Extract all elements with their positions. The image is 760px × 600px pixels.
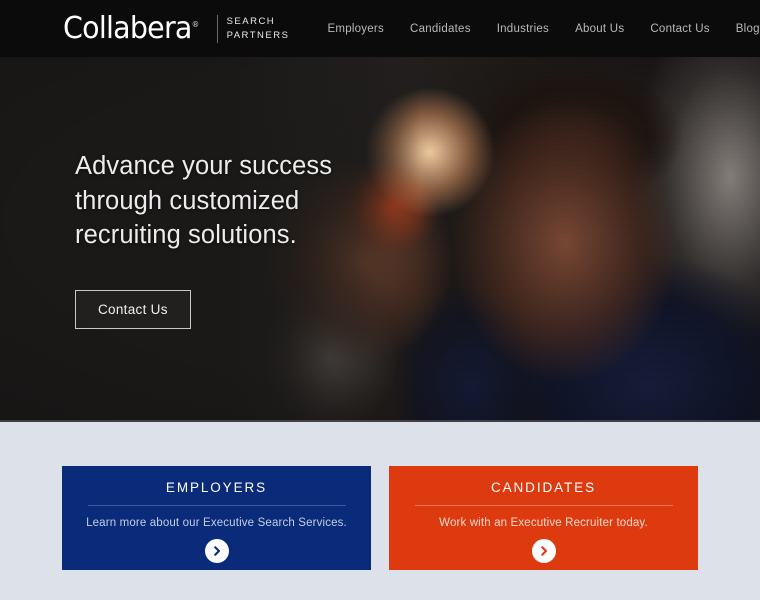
nav-item-contact-us[interactable]: Contact Us xyxy=(650,23,709,35)
card-candidates[interactable]: CANDIDATES Work with an Executive Recrui… xyxy=(389,466,698,570)
logo-subtitle: SEARCH PARTNERS xyxy=(227,15,290,43)
card-candidates-description: Work with an Executive Recruiter today. xyxy=(439,517,648,529)
card-employers[interactable]: EMPLOYERS Learn more about our Executive… xyxy=(62,466,371,570)
promo-cards: EMPLOYERS Learn more about our Executive… xyxy=(62,466,698,570)
site-logo[interactable]: Collabera® SEARCH PARTNERS xyxy=(63,0,289,57)
nav-item-about-us[interactable]: About Us xyxy=(575,23,624,35)
logo-divider xyxy=(216,14,218,43)
page-root: Collabera® SEARCH PARTNERS Employers Can… xyxy=(0,0,760,600)
logo-subtitle-line-1: SEARCH xyxy=(226,15,276,27)
promo-cards-section: EMPLOYERS Learn more about our Executive… xyxy=(0,422,760,600)
chevron-right-icon xyxy=(540,546,547,556)
logo-subtitle-line-2: PARTNERS xyxy=(226,29,290,41)
card-employers-arrow-button[interactable] xyxy=(204,539,229,563)
card-candidates-title: CANDIDATES xyxy=(490,480,596,495)
hero-contact-us-button[interactable]: Contact Us xyxy=(75,290,191,330)
card-employers-description: Learn more about our Executive Search Se… xyxy=(86,517,347,529)
nav-item-blog[interactable]: Blog xyxy=(736,23,760,35)
nav-item-industries[interactable]: Industries xyxy=(497,23,549,35)
nav-item-employers[interactable]: Employers xyxy=(327,23,384,35)
chevron-right-icon xyxy=(213,546,220,556)
main-navigation: Employers Candidates Industries About Us… xyxy=(327,0,760,57)
card-candidates-arrow-button[interactable] xyxy=(531,539,556,563)
nav-item-candidates[interactable]: Candidates xyxy=(410,23,471,35)
logo-registered-mark: ® xyxy=(191,19,200,29)
hero-headline: Advance your success through customized … xyxy=(75,152,333,250)
site-header: Collabera® SEARCH PARTNERS Employers Can… xyxy=(0,0,760,57)
card-employers-title: EMPLOYERS xyxy=(165,480,268,495)
hero-content: Advance your success through customized … xyxy=(75,149,405,330)
card-employers-divider xyxy=(87,505,346,506)
logo-wordmark: Collabera® xyxy=(63,10,200,46)
hero-banner: Advance your success through customized … xyxy=(0,57,760,422)
card-candidates-divider xyxy=(414,505,673,506)
logo-wordmark-text: Collabera xyxy=(63,10,192,46)
